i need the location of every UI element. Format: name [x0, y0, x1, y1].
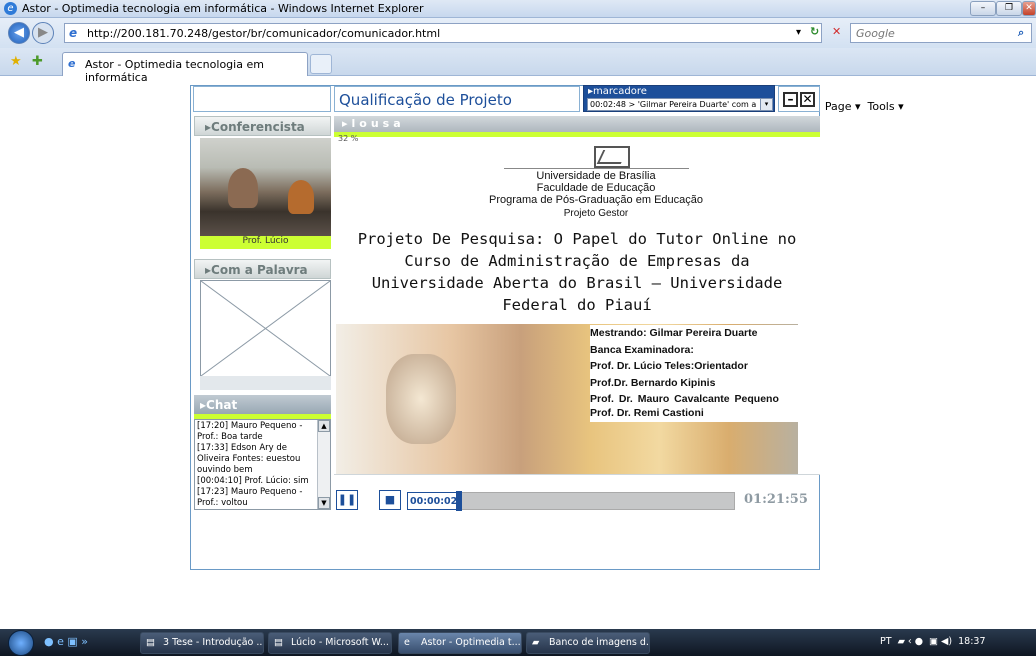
start-button[interactable]: [8, 630, 34, 656]
taskbar-item[interactable]: e Astor - Optimedia t...: [398, 632, 522, 654]
unb-logo: [594, 146, 630, 168]
search-icon[interactable]: ⌕: [1018, 26, 1024, 40]
minimize-panel-icon[interactable]: –: [783, 92, 798, 107]
com-a-palavra-footer: [200, 376, 331, 390]
taskbar-item[interactable]: ▤ Lúcio - Microsoft W...: [268, 632, 392, 654]
taskbar-item-label: Lúcio - Microsoft W...: [291, 637, 389, 648]
forward-arrow-icon[interactable]: ▶: [32, 22, 54, 44]
page-menu[interactable]: Page ▾: [825, 100, 861, 113]
page-icon: e: [68, 57, 76, 70]
total-time: 01:21:55: [744, 492, 808, 507]
credit-line: Prof. Dr. Mauro Cavalcante Pequeno: [590, 393, 779, 405]
quick-launch[interactable]: ● e ▣ »: [44, 635, 88, 648]
progress-knob[interactable]: [456, 491, 462, 511]
marcador-selected-value: 00:02:48 > 'Gilmar Pereira Duarte' com a: [590, 100, 757, 109]
credit-line: Mestrando: Gilmar Pereira Duarte: [590, 327, 758, 339]
address-bar-row: ◀ ▶ e http://200.181.70.248/gestor/br/co…: [0, 18, 1036, 48]
page-icon: e: [69, 26, 78, 40]
conferencista-video: [200, 138, 331, 236]
close-panel-icon[interactable]: ✕: [800, 92, 815, 107]
close-window-button[interactable]: ✕: [1022, 1, 1036, 16]
system-tray: PT ▰ ‹ ● ▣ ◀) 18:37: [880, 636, 986, 647]
chat-message: [17:23] Mauro Pequeno - Prof.: voltou: [197, 487, 303, 508]
institution-line: Projeto Gestor: [563, 208, 629, 219]
word-doc-icon: ▤: [274, 637, 283, 648]
taskbar-item-label: Astor - Optimedia t...: [421, 637, 521, 648]
tab-bar: ★ ✚ e Astor - Optimedia tecnologia em in…: [0, 48, 1036, 113]
lousa-header[interactable]: ▸lousa: [334, 116, 820, 132]
ie-icon: e: [404, 637, 410, 648]
tools-menu[interactable]: Tools ▾: [868, 100, 904, 113]
divider: [504, 168, 689, 169]
scroll-up-icon[interactable]: ▲: [318, 420, 330, 432]
empty-video-icon: [200, 280, 331, 377]
slide-credits: Mestrando: Gilmar Pereira Duarte Banca E…: [590, 325, 800, 422]
ie-logo-icon: e: [4, 2, 17, 15]
clock[interactable]: 18:37: [958, 636, 985, 647]
taskbar-item-label: 3 Tese - Introdução ...: [163, 637, 264, 648]
institution-line: Universidade de Brasília: [536, 170, 656, 182]
slide-main-title: Projeto De Pesquisa: O Papel do Tutor On…: [357, 230, 797, 314]
folder-icon: ▰: [532, 637, 540, 648]
chat-scrollbar[interactable]: ▲ ▼: [317, 420, 330, 509]
institution-line: Faculdade de Educação: [536, 182, 656, 194]
chat-header[interactable]: ▸Chat: [194, 395, 331, 415]
refresh-icon[interactable]: ↻: [810, 25, 819, 38]
marcadores-panel: ▸marcadore 00:02:48 > 'Gilmar Pereira Du…: [583, 85, 775, 112]
word-doc-icon: ▤: [146, 637, 155, 648]
window-title: Astor - Optimedia tecnologia em informát…: [22, 2, 424, 15]
maximize-button[interactable]: ❐: [996, 1, 1022, 16]
chat-message: [17:33] Edson Ary de Oliveira Fontes: eu…: [197, 443, 301, 475]
scroll-down-icon[interactable]: ▼: [318, 497, 330, 509]
url-dropdown-icon[interactable]: ▾: [796, 27, 801, 38]
chat-message: [17:20] Mauro Pequeno - Prof.: Boa tarde: [197, 421, 303, 442]
taskbar-item[interactable]: ▤ 3 Tese - Introdução ...: [140, 632, 264, 654]
taskbar-item-label: Banco de imagens d...: [549, 637, 650, 648]
add-favorites-icon[interactable]: ✚: [32, 54, 43, 69]
favorites-star-icon[interactable]: ★: [10, 54, 22, 69]
stop-button[interactable]: ■: [379, 490, 401, 510]
back-arrow-icon[interactable]: ◀: [8, 22, 30, 44]
new-tab-button[interactable]: [310, 54, 332, 74]
url-text: http://200.181.70.248/gestor/br/comunica…: [87, 27, 441, 40]
marcador-select[interactable]: 00:02:48 > 'Gilmar Pereira Duarte' com a…: [587, 98, 773, 111]
com-a-palavra-header[interactable]: ▸Com a Palavra: [194, 259, 331, 279]
credit-line: Prof. Dr. Lúcio Teles:Orientador: [590, 360, 748, 372]
speaker-figure: [228, 168, 258, 208]
institution-line: Programa de Pós-Graduação em Educação: [488, 194, 703, 206]
pause-button[interactable]: ❚❚: [336, 490, 358, 510]
search-input[interactable]: Google: [850, 23, 1032, 43]
chat-message: [00:04:10] Prof. Lúcio: sim: [197, 476, 309, 486]
progress-bar[interactable]: [456, 492, 735, 510]
slide-zoom-percent: 32 %: [338, 134, 359, 143]
credit-line: Prof.Dr. Bernardo Kipinis: [590, 376, 716, 389]
conferencista-name: Prof. Lúcio: [200, 236, 331, 249]
tab-label: Astor - Optimedia tecnologia em informát…: [85, 58, 264, 84]
tab-astor[interactable]: e Astor - Optimedia tecnologia em inform…: [62, 52, 308, 84]
chat-log[interactable]: [17:20] Mauro Pequeno - Prof.: Boa tarde…: [194, 419, 331, 510]
marcadores-label: ▸marcadore: [588, 86, 647, 97]
stop-icon[interactable]: ✕: [832, 25, 841, 38]
language-indicator[interactable]: PT: [880, 636, 892, 647]
window-titlebar: e Astor - Optimedia tecnologia em inform…: [0, 0, 1036, 18]
speaker-figure: [288, 180, 314, 214]
page-title: Qualificação de Projeto: [334, 86, 580, 112]
conferencista-header[interactable]: ▸Conferencista: [194, 116, 331, 136]
credit-line: Banca Examinadora:: [590, 343, 694, 356]
taskbar-item[interactable]: ▰ Banco de imagens d...: [526, 632, 650, 654]
url-input[interactable]: e http://200.181.70.248/gestor/br/comuni…: [64, 23, 822, 43]
current-time: 00:00:02: [407, 492, 457, 510]
credit-line: Prof. Dr. Remi Castioni: [590, 407, 704, 419]
cable-plug-image: [386, 354, 456, 444]
logo-box: [193, 86, 331, 112]
chevron-down-icon[interactable]: ▾: [760, 99, 772, 110]
minimize-button[interactable]: –: [970, 1, 996, 16]
panel-controls: – ✕: [778, 86, 820, 112]
com-a-palavra-video-placeholder: [200, 280, 331, 390]
